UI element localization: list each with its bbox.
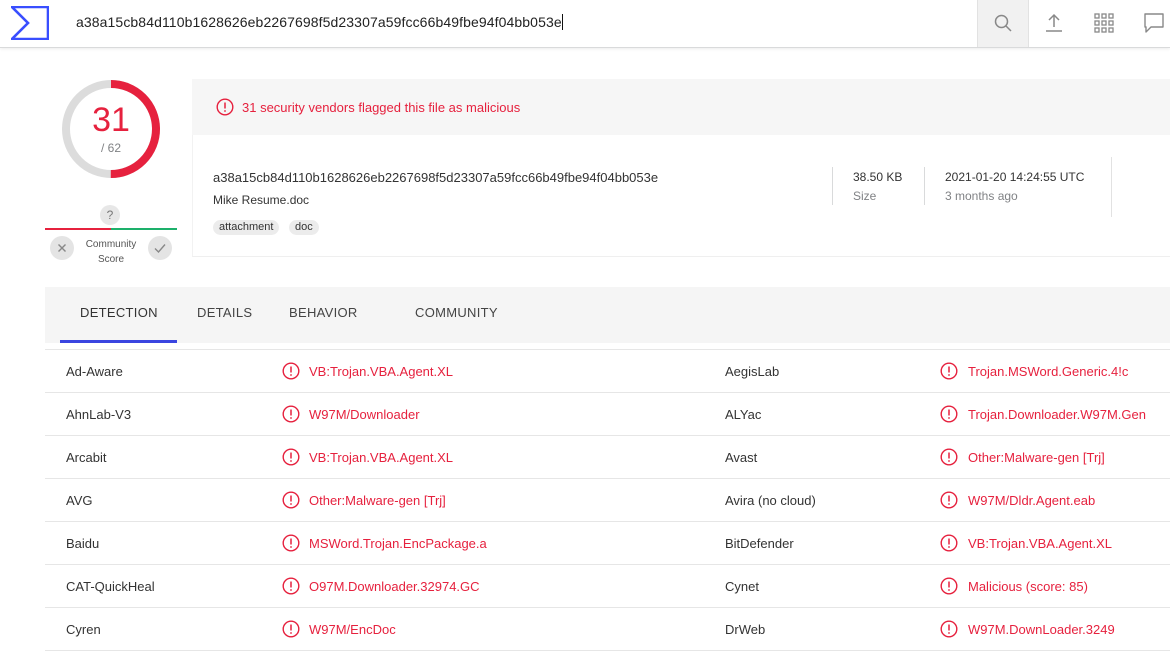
alert-icon <box>940 534 958 552</box>
vendor-name: BitDefender <box>725 536 794 551</box>
vendor-name: Ad-Aware <box>66 364 123 379</box>
detection-result: MSWord.Trojan.EncPackage.a <box>309 536 487 551</box>
alert-message: 31 security vendors flagged this file as… <box>242 100 521 115</box>
detection-result: W97M/EncDoc <box>309 622 396 637</box>
alert-icon <box>940 491 958 509</box>
detection-result: W97M/Dldr.Agent.eab <box>968 493 1096 508</box>
detection-result: VB:Trojan.VBA.Agent.XL <box>968 536 1113 551</box>
detection-total: / 62 <box>100 141 121 155</box>
vendor-name: AVG <box>66 493 93 508</box>
alert-icon <box>216 98 234 116</box>
vendor-name: CAT-QuickHeal <box>66 579 155 594</box>
search-icon <box>994 14 1012 32</box>
analysis-date-value: 2021-01-20 14:24:55 UTC <box>945 170 1085 184</box>
alert-icon <box>282 534 300 552</box>
vendor-name: AegisLab <box>725 364 780 379</box>
vendor-name: DrWeb <box>725 622 766 637</box>
community-score-bar-positive <box>111 228 177 230</box>
community-score-label: Community Score <box>85 239 137 265</box>
tab-community[interactable]: COMMUNITY <box>415 305 498 320</box>
search-button[interactable] <box>977 0 1029 47</box>
detection-result: VB:Trojan.VBA.Agent.XL <box>309 450 454 465</box>
active-tab-indicator <box>60 340 177 343</box>
vendor-name: AhnLab-V3 <box>66 407 132 422</box>
detection-table: Ad-Aware VB:Trojan.VBA.Agent.XL AegisLab Tr… <box>45 349 1170 651</box>
alert-icon <box>282 577 300 595</box>
file-size-value: 38.50 KB <box>853 170 903 184</box>
table-row: Arcabit VB:Trojan.VBA.Agent.XL Avast Other:… <box>45 436 1170 479</box>
table-row: Ad-Aware VB:Trojan.VBA.Agent.XL AegisLab Tr… <box>45 350 1170 393</box>
alert-icon <box>940 448 958 466</box>
vendor-name: ALYac <box>725 407 762 422</box>
community-score-value: ? <box>100 205 120 225</box>
detection-result: Malicious (score: 85) <box>968 579 1088 594</box>
detection-result: VB:Trojan.VBA.Agent.XL <box>309 364 454 379</box>
alert-icon <box>940 620 958 638</box>
vendor-name: Avira (no cloud) <box>725 493 816 508</box>
vendor-name: Cyren <box>66 622 101 637</box>
divider <box>924 167 925 205</box>
divider <box>1111 157 1112 217</box>
tag-doc[interactable]: doc <box>289 220 319 235</box>
tab-behavior[interactable]: BEHAVIOR <box>289 305 358 320</box>
apps-grid-icon[interactable] <box>1092 11 1116 35</box>
virustotal-logo-icon[interactable] <box>11 6 49 40</box>
top-bar: a38a15cb84d110b1628626eb2267698f5d23307a… <box>0 0 1170 48</box>
detection-result: O97M.Downloader.32974.GC <box>309 579 480 594</box>
table-row: AhnLab-V3 W97M/Downloader ALYac Trojan.Down… <box>45 393 1170 436</box>
tab-details[interactable]: DETAILS <box>197 305 252 320</box>
tag-attachment[interactable]: attachment <box>213 220 280 235</box>
detection-result: Other:Malware-gen [Trj] <box>968 450 1105 465</box>
vendor-name: Arcabit <box>66 450 107 465</box>
alert-icon <box>282 491 300 509</box>
vote-malicious-button[interactable] <box>50 236 74 260</box>
alert-icon <box>940 577 958 595</box>
alert-icon <box>282 362 300 380</box>
search-input[interactable]: a38a15cb84d110b1628626eb2267698f5d23307a… <box>76 14 563 30</box>
alert-icon <box>940 405 958 423</box>
community-score-bar-negative <box>45 228 111 230</box>
tab-detection[interactable]: DETECTION <box>80 305 158 320</box>
detection-result: Trojan.MSWord.Generic.4!c <box>968 364 1129 379</box>
table-row: Cyren W97M/EncDoc DrWeb W97M.DownLoader.324… <box>45 608 1170 651</box>
upload-icon[interactable] <box>1042 11 1066 35</box>
table-row: Baidu MSWord.Trojan.EncPackage.a BitDefend… <box>45 522 1170 565</box>
detection-result: W97M.DownLoader.3249 <box>968 622 1115 637</box>
file-hash: a38a15cb84d110b1628626eb2267698f5d23307a… <box>213 170 659 185</box>
alert-icon <box>282 448 300 466</box>
table-row: AVG Other:Malware-gen [Trj] Avira (no clou… <box>45 479 1170 522</box>
close-icon <box>58 244 66 252</box>
detection-result: W97M/Downloader <box>309 407 420 422</box>
analysis-date-relative: 3 months ago <box>945 189 1018 203</box>
alert-icon <box>282 405 300 423</box>
check-icon <box>154 244 166 254</box>
vote-harmless-button[interactable] <box>148 236 172 260</box>
vendor-name: Cynet <box>725 579 759 594</box>
file-info-card <box>192 135 1170 257</box>
vendor-name: Avast <box>725 450 758 465</box>
alert-icon <box>940 362 958 380</box>
chat-icon[interactable] <box>1142 11 1166 35</box>
detection-result: Trojan.Downloader.W97M.Gen <box>968 407 1146 422</box>
file-name: Mike Resume.doc <box>213 193 310 207</box>
divider <box>832 167 833 205</box>
file-size-label: Size <box>853 189 877 203</box>
vendor-name: Baidu <box>66 536 100 551</box>
alert-icon <box>282 620 300 638</box>
detection-result: Other:Malware-gen [Trj] <box>309 493 446 508</box>
table-row: CAT-QuickHeal O97M.Downloader.32974.GC Cyn… <box>45 565 1170 608</box>
detection-count: 31 <box>92 101 130 139</box>
